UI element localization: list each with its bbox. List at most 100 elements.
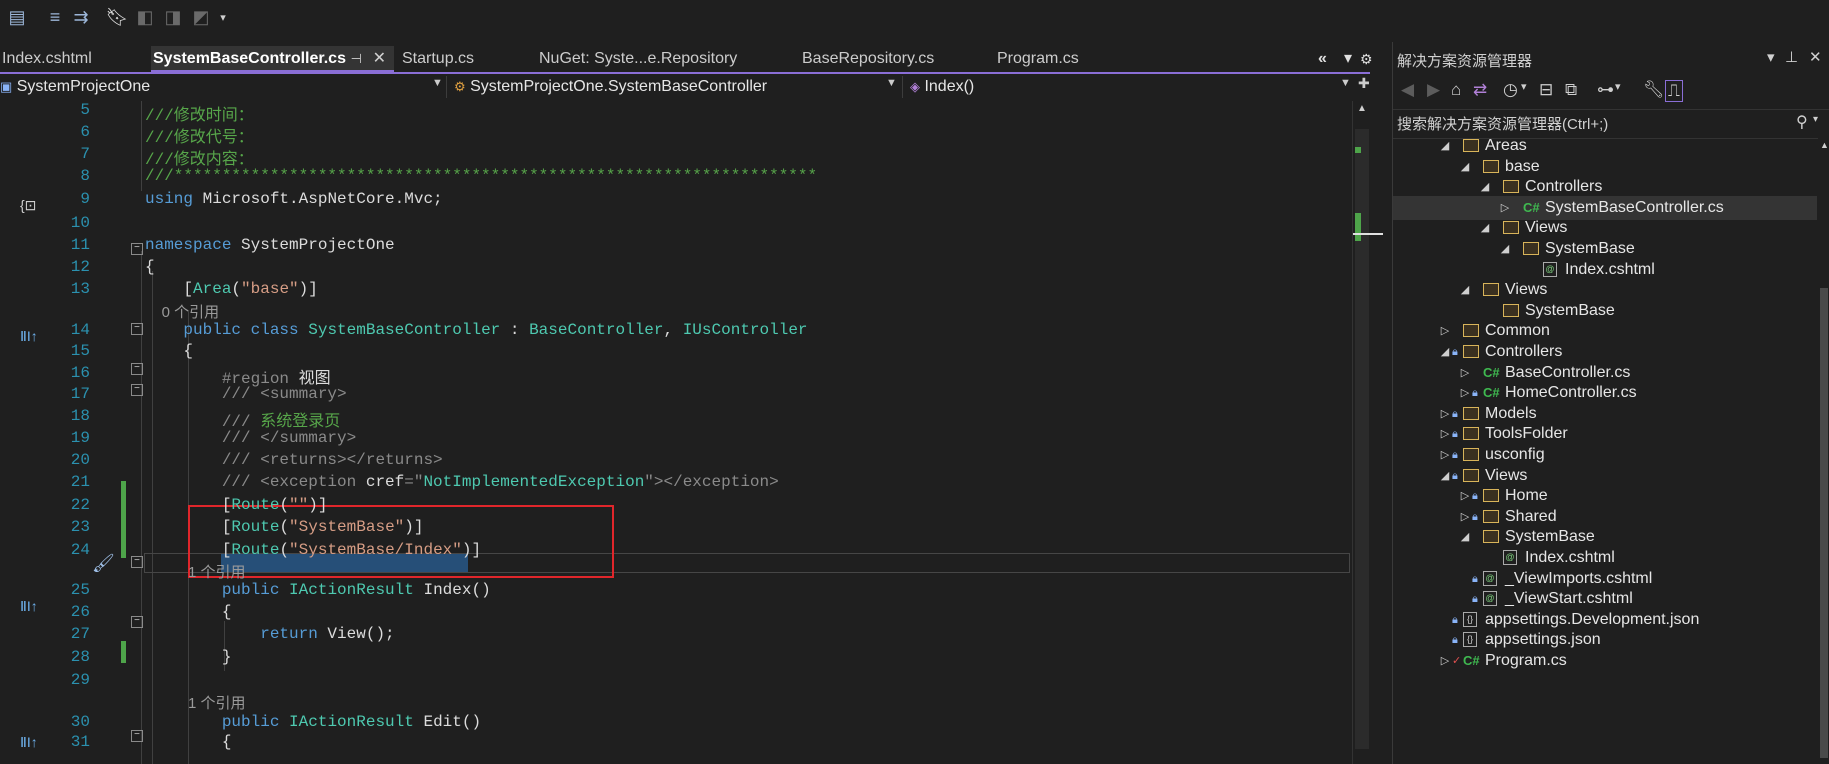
code-token: SystemBaseController: [308, 321, 501, 339]
fold-toggle[interactable]: −: [131, 384, 143, 396]
code-token: {: [145, 342, 194, 360]
tab-systembasecontroller[interactable]: SystemBaseController.cs ⊣ ✕: [151, 46, 394, 72]
switch-views-icon[interactable]: ⇄: [1473, 80, 1487, 100]
fold-toggle[interactable]: −: [131, 556, 143, 568]
code-line: public class SystemBaseController : Base…: [145, 321, 807, 339]
split-icon[interactable]: ✚: [1358, 75, 1370, 92]
bookmark-prev-icon[interactable]: ◧: [134, 6, 156, 28]
code-line: {: [145, 603, 232, 621]
code-token: (: [279, 496, 290, 514]
reference-count[interactable]: 1 个引用: [188, 564, 246, 581]
chevron-down-icon[interactable]: ▼: [886, 77, 897, 89]
fold-toggle[interactable]: −: [131, 363, 143, 375]
collapse-all-icon[interactable]: ⧉: [1565, 80, 1577, 100]
tab-index-cshtml[interactable]: Index.cshtml: [0, 46, 150, 72]
tab-baserepository[interactable]: BaseRepository.cs: [800, 46, 990, 72]
code-lens-references[interactable]: 0 个引用: [145, 301, 220, 322]
tab-nuget[interactable]: NuGet: Syste...e.Repository: [537, 46, 794, 72]
code-token: [: [145, 496, 232, 514]
back-icon[interactable]: ◀: [1401, 80, 1414, 100]
chevron-down-icon[interactable]: ▼: [1340, 77, 1351, 89]
explorer-scrollbar[interactable]: ▲: [1818, 138, 1829, 764]
folder-icon: [1463, 345, 1479, 358]
tree-item[interactable]: ▷ ✓ C# Program.cs: [1393, 649, 1817, 673]
format-icon[interactable]: ▤: [6, 6, 28, 28]
bookmark-icon[interactable]: 🔖︎: [106, 6, 129, 28]
code-lens-references[interactable]: 1 个引用: [188, 561, 246, 582]
tab-program[interactable]: Program.cs: [995, 46, 1135, 72]
code-line: /// <summary>: [145, 385, 347, 403]
forward-icon[interactable]: ▶: [1427, 80, 1440, 100]
code-token: =": [404, 473, 424, 491]
code-line: ///*************************************…: [145, 167, 817, 185]
code-token: using: [145, 190, 194, 208]
solution-explorer: 解决方案资源管理器 ▾ ⊥ ✕ ◀ ▶ ⌂ ⇄ ◷ ▾ ⊟ ⧉ ⊶ ▾ 🔧︎ ⎍…: [1392, 42, 1829, 764]
bookmark-clear-icon[interactable]: ◩: [190, 6, 212, 28]
close-icon[interactable]: ✕: [1809, 48, 1822, 66]
show-all-files-icon[interactable]: ⊶: [1597, 80, 1614, 100]
code-line: ///修改内容：: [145, 145, 254, 169]
razor-file-icon: @: [1483, 570, 1497, 586]
collapsed-icon[interactable]: ▷: [1439, 649, 1451, 673]
razor-file-icon: @: [1483, 591, 1497, 607]
dropdown-icon[interactable]: ▾: [212, 6, 234, 28]
project-dropdown[interactable]: ▣ SystemProjectOne: [0, 76, 440, 98]
code-lens-references[interactable]: 1 个引用: [188, 692, 246, 713]
fold-toggle[interactable]: −: [131, 616, 143, 628]
code-token: [: [145, 518, 232, 536]
indent-icon[interactable]: ≡: [44, 6, 66, 28]
quick-actions-icon[interactable]: 🖌︎: [92, 553, 115, 574]
code-editor[interactable]: {⊡ ⅡI↑ ⅡI↑ ⅡI↑ 🖌︎ − − − − − − − 5///修改时间…: [0, 101, 1352, 764]
code-line: ///修改代号：: [145, 123, 254, 147]
line-number: 26: [70, 603, 90, 621]
chevron-down-icon[interactable]: ▾: [1813, 114, 1818, 125]
settings-icon[interactable]: ⚙: [1358, 46, 1372, 72]
fold-toggle[interactable]: −: [131, 323, 143, 335]
preview-icon[interactable]: ⎍: [1665, 80, 1683, 102]
line-number: 7: [80, 145, 90, 163]
code-token: [: [145, 280, 194, 298]
bookmark-next-icon[interactable]: ◨: [162, 6, 184, 28]
change-marker: [1355, 147, 1361, 153]
pin-icon[interactable]: ⊣: [351, 46, 362, 70]
close-icon[interactable]: ✕: [373, 46, 386, 70]
editor-scrollbar[interactable]: ▲: [1352, 101, 1383, 764]
code-token: public class: [183, 321, 299, 339]
tab-overflow-button[interactable]: «: [1316, 46, 1336, 72]
indent-guide: [141, 101, 142, 191]
chevron-down-icon[interactable]: ▾: [1615, 80, 1621, 93]
reference-count[interactable]: 1 个引用: [188, 695, 246, 712]
class-dropdown[interactable]: ⚙ SystemProjectOne.SystemBaseController: [454, 76, 894, 98]
pending-changes-icon[interactable]: ◷: [1503, 80, 1518, 100]
code-token: }: [145, 648, 232, 666]
scroll-thumb[interactable]: [1820, 288, 1828, 758]
code-token: {: [145, 258, 155, 276]
tree-item-label: Program.cs: [1485, 652, 1567, 669]
chevron-down-icon[interactable]: ▾: [1767, 48, 1775, 66]
properties-icon[interactable]: 🔧︎: [1643, 80, 1665, 100]
reference-count[interactable]: 0 个引用: [162, 304, 220, 321]
nav-separator: [446, 76, 447, 98]
scroll-up-icon[interactable]: ▲: [1357, 103, 1367, 114]
pin-icon[interactable]: ⊥: [1785, 48, 1798, 66]
tab-menu-icon[interactable]: ▾: [1342, 46, 1356, 72]
fold-toggle[interactable]: −: [131, 243, 143, 255]
change-bar: [121, 641, 126, 663]
chevron-down-icon[interactable]: ▾: [1521, 80, 1527, 93]
outdent-icon[interactable]: ⇉: [70, 6, 92, 28]
sync-icon[interactable]: ⊟: [1539, 80, 1553, 100]
tab-startup[interactable]: Startup.cs: [400, 46, 535, 72]
navigation-bar: ▣ SystemProjectOne ▼ ⚙ SystemProjectOne.…: [0, 74, 1370, 101]
home-icon[interactable]: ⌂: [1451, 80, 1461, 100]
folder-icon: [1523, 242, 1539, 255]
member-dropdown[interactable]: ◈ Index(): [910, 76, 1330, 98]
code-line: [Area("base")]: [145, 280, 317, 298]
search-input[interactable]: [1397, 112, 1777, 136]
search-icon[interactable]: ⚲: [1796, 112, 1808, 132]
chevron-down-icon[interactable]: ▼: [432, 77, 443, 89]
fold-toggle[interactable]: −: [131, 730, 143, 742]
code-token: public: [221, 713, 280, 731]
scroll-up-icon[interactable]: ▲: [1820, 140, 1829, 150]
